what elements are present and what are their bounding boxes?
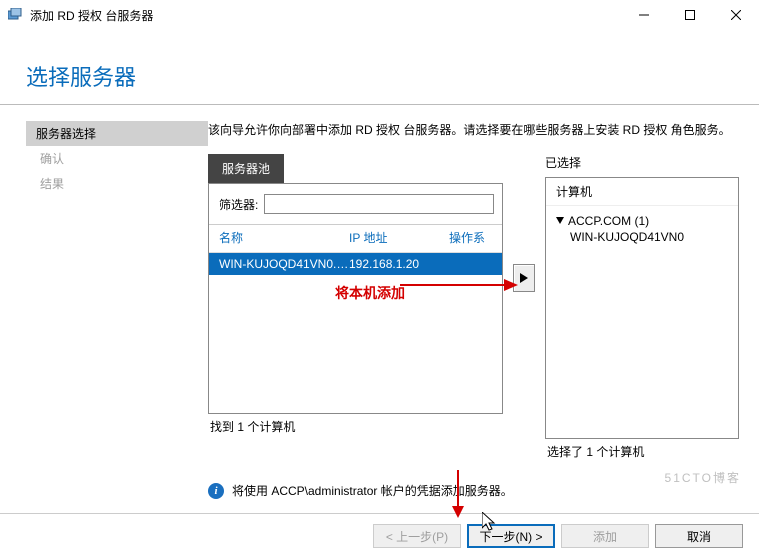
cancel-button[interactable]: 取消 [655, 524, 743, 548]
selected-header: 计算机 [546, 178, 738, 206]
filter-label: 筛选器: [219, 196, 258, 213]
info-icon: i [208, 483, 224, 499]
sidebar: 服务器选择 确认 结果 [0, 121, 208, 499]
app-icon [8, 7, 24, 23]
add-arrow-button[interactable] [513, 264, 535, 292]
add-button[interactable]: 添加 [561, 524, 649, 548]
selected-count: 选择了 1 个计算机 [545, 439, 739, 460]
next-button[interactable]: 下一步(N) > [467, 524, 555, 548]
col-name[interactable]: 名称 [219, 229, 349, 246]
page-heading: 选择服务器 [0, 30, 759, 104]
title-bar: 添加 RD 授权 台服务器 [0, 0, 759, 30]
col-os[interactable]: 操作系 [449, 229, 494, 246]
col-ip[interactable]: IP 地址 [349, 229, 449, 246]
pool-row-ip: 192.168.1.20 [349, 257, 449, 271]
pool-list: WIN-KUJOQD41VN0.a... 192.168.1.20 [209, 253, 502, 413]
prev-button[interactable]: < 上一步(P) [373, 524, 461, 548]
pool-row-name: WIN-KUJOQD41VN0.a... [219, 257, 349, 271]
maximize-button[interactable] [667, 0, 713, 30]
info-row: i 将使用 ACCP\administrator 帐户的凭据添加服务器。 [208, 482, 739, 499]
selected-tree-parent[interactable]: ACCP.COM (1) [556, 214, 728, 228]
selected-box: 计算机 ACCP.COM (1) WIN-KUJOQD41VN0 [545, 177, 739, 439]
main-panel: 该向导允许你向部署中添加 RD 授权 台服务器。请选择要在哪些服务器上安装 RD… [208, 121, 759, 499]
pool-row[interactable]: WIN-KUJOQD41VN0.a... 192.168.1.20 [209, 253, 502, 275]
sidebar-item-server-selection[interactable]: 服务器选择 [26, 121, 208, 146]
tree-parent-label: ACCP.COM (1) [568, 214, 649, 228]
footer: < 上一步(P) 下一步(N) > 添加 取消 [0, 513, 759, 558]
info-text: 将使用 ACCP\administrator 帐户的凭据添加服务器。 [232, 482, 513, 499]
minimize-button[interactable] [621, 0, 667, 30]
title-text: 添加 RD 授权 台服务器 [30, 7, 153, 24]
expand-collapse-icon [556, 217, 564, 225]
server-pool-box: 筛选器: 名称 IP 地址 操作系 WIN-KUJOQD41VN0.a... 1… [208, 183, 503, 414]
filter-input[interactable] [264, 194, 494, 214]
server-pool-tab[interactable]: 服务器池 [208, 154, 284, 183]
description-text: 该向导允许你向部署中添加 RD 授权 台服务器。请选择要在哪些服务器上安装 RD… [208, 121, 739, 138]
close-button[interactable] [713, 0, 759, 30]
pool-column-headers: 名称 IP 地址 操作系 [209, 225, 502, 253]
sidebar-item-confirm[interactable]: 确认 [30, 146, 208, 171]
selected-tree-child[interactable]: WIN-KUJOQD41VN0 [556, 230, 728, 244]
found-count: 找到 1 个计算机 [208, 414, 503, 435]
selected-title: 已选择 [545, 154, 739, 171]
sidebar-item-results[interactable]: 结果 [30, 171, 208, 196]
